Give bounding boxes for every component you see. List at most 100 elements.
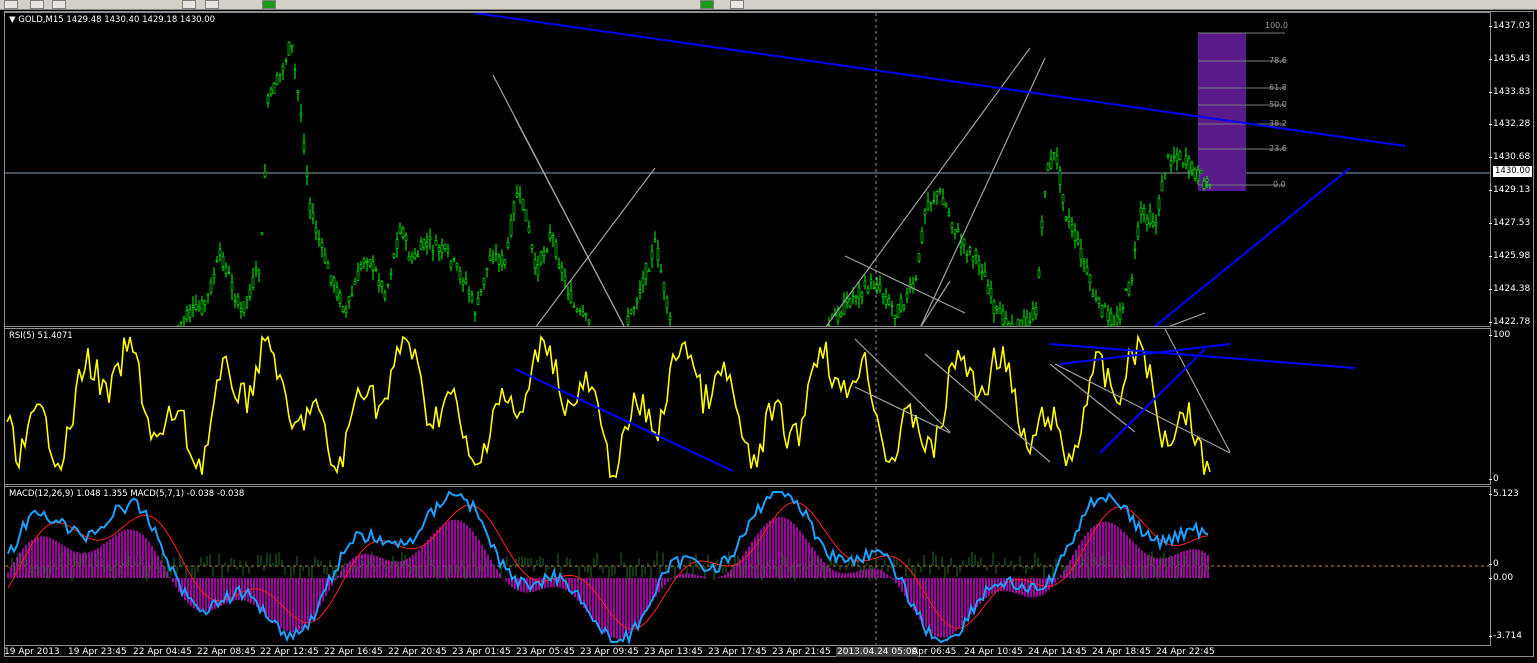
- macd-scale-zero: 0: [1489, 559, 1499, 569]
- candle-body: [1091, 294, 1095, 297]
- candle-body: [518, 192, 522, 196]
- candle-body: [956, 229, 960, 232]
- candle-body: [653, 239, 657, 242]
- candle-body: [479, 289, 483, 292]
- time-label: 24 Apr 14:45: [1028, 647, 1087, 657]
- candle-body: [1142, 208, 1146, 216]
- candle-body: [1169, 160, 1173, 167]
- macd-signal-line: [7, 501, 1209, 630]
- candle-body: [512, 202, 516, 215]
- candle-body: [1067, 216, 1071, 222]
- price-level: 1437.03: [1488, 21, 1531, 31]
- candle-body: [1043, 191, 1047, 194]
- rsi-pane[interactable]: RSI(5) 51.4071: [4, 328, 1491, 485]
- candle-body: [536, 264, 540, 276]
- candle-body: [497, 256, 501, 265]
- dropdown-icon[interactable]: ▼: [9, 15, 16, 25]
- candle-body: [854, 295, 858, 299]
- macd-pane[interactable]: MACD(12,26,9) 1.048 1.355 MACD(5,7,1) -0…: [4, 486, 1491, 646]
- candle-body: [446, 248, 450, 253]
- candle-body: [1118, 309, 1122, 320]
- current-price-tag: 1430.00: [1493, 166, 1533, 177]
- market-watch-button[interactable]: [182, 0, 196, 9]
- candle-body: [959, 242, 963, 248]
- blue-trend-line: [1153, 167, 1351, 326]
- candle-body: [545, 249, 549, 252]
- rsi-chart[interactable]: [5, 329, 1491, 485]
- candle-body: [1007, 323, 1011, 326]
- candle-body: [1133, 248, 1137, 251]
- candle-body: [902, 304, 906, 309]
- candle-body: [1094, 297, 1098, 300]
- candle-body: [275, 75, 279, 85]
- candle-body: [1178, 151, 1182, 160]
- candle-body: [1145, 218, 1149, 225]
- candle-body: [1022, 316, 1026, 326]
- new-chart-button[interactable]: [4, 0, 18, 9]
- candle-body: [1073, 230, 1077, 241]
- candle-body: [869, 279, 873, 283]
- candle-body: [257, 270, 261, 275]
- time-label: 24 Apr 18:45: [1092, 647, 1151, 657]
- price-pane[interactable]: ▼ GOLD,M15 1429.48 1430.40 1429.18 1430.…: [4, 12, 1491, 327]
- candle-body: [1187, 158, 1191, 172]
- candle-body: [914, 278, 918, 281]
- candle-body: [1106, 309, 1110, 321]
- candle-body: [554, 241, 558, 258]
- candle-body: [407, 256, 411, 261]
- rsi-scale-top: 100: [1488, 330, 1511, 340]
- candle-body: [1199, 169, 1203, 174]
- candle-body: [569, 290, 573, 303]
- open-button[interactable]: [52, 0, 66, 9]
- zoom-button[interactable]: [700, 0, 714, 9]
- period-button[interactable]: [730, 0, 744, 9]
- navigator-button[interactable]: [205, 0, 219, 9]
- candle-body: [893, 314, 897, 319]
- candle-body: [857, 287, 861, 299]
- macd-scale: 5.123 0 0.00 -3.714: [1488, 486, 1534, 646]
- candle-body: [458, 270, 462, 280]
- gray-trend-line: [844, 255, 966, 314]
- candle-body: [1139, 207, 1143, 215]
- candle-body: [992, 301, 996, 315]
- price-level: 1435.43: [1488, 54, 1531, 64]
- candle-body: [839, 312, 843, 317]
- candle-body: [419, 241, 423, 250]
- gray-trend-line: [920, 57, 1046, 326]
- candle-body: [941, 197, 945, 205]
- candle-body: [197, 306, 201, 310]
- candle-body: [1061, 194, 1065, 203]
- candle-body: [485, 267, 489, 271]
- candle-body: [977, 260, 981, 267]
- price-level: 1433.83: [1488, 87, 1531, 97]
- time-label: 22 Apr 08:45: [197, 647, 256, 657]
- candle-body: [335, 287, 339, 298]
- candle-body: [464, 278, 468, 283]
- profiles-button[interactable]: [30, 0, 44, 9]
- candle-body: [1115, 315, 1119, 324]
- candle-body: [983, 271, 987, 277]
- candle-body: [431, 250, 435, 253]
- candle-body: [461, 280, 465, 286]
- price-level: 1432.28: [1488, 119, 1531, 129]
- candle-body: [290, 44, 294, 48]
- candle-body: [1124, 289, 1128, 291]
- candle-body: [191, 305, 195, 308]
- candle-body: [827, 324, 831, 326]
- candle-body: [548, 232, 552, 239]
- candle-body: [878, 283, 882, 291]
- macd-chart[interactable]: [5, 487, 1491, 646]
- candle-body: [1175, 154, 1179, 162]
- candle-body: [386, 284, 390, 286]
- candle-body: [470, 294, 474, 302]
- candle-body: [1166, 154, 1170, 157]
- candle-body: [482, 277, 486, 285]
- candle-body: [641, 277, 645, 287]
- candle-body: [944, 203, 948, 207]
- candle-body: [281, 65, 285, 72]
- candle-body: [1034, 307, 1038, 315]
- candle-body: [1049, 158, 1053, 169]
- candle-body: [194, 304, 198, 310]
- candle-body: [1001, 310, 1005, 325]
- add-indicator-icon[interactable]: [262, 0, 276, 9]
